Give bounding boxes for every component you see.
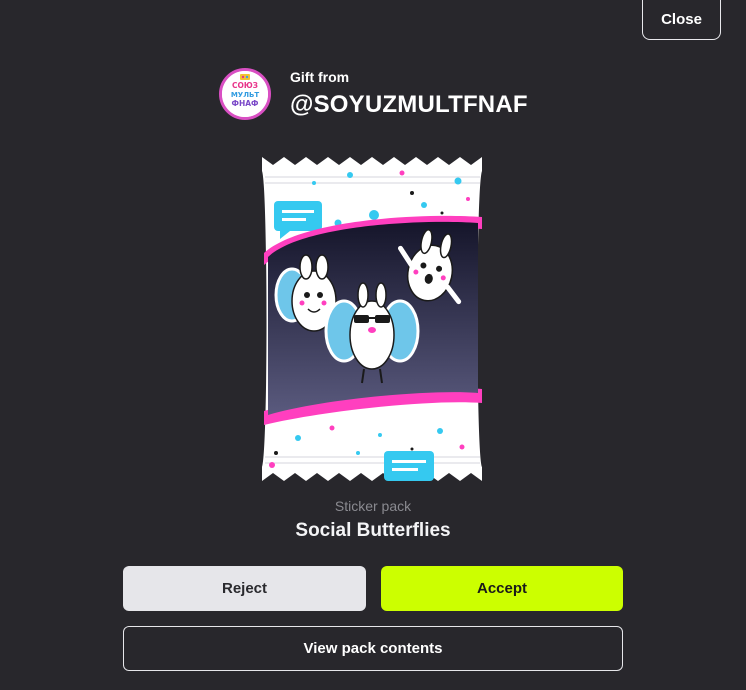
avatar: СОЮЗ МУЛЬТ ФНАФ — [219, 68, 271, 120]
soyuzmult-logo-icon: СОЮЗ МУЛЬТ ФНАФ — [222, 71, 268, 117]
reject-button[interactable]: Reject — [123, 566, 366, 611]
pack-kind-label: Sticker pack — [334, 498, 412, 514]
sender-username: @SOYUZMULTFNAF — [290, 91, 528, 118]
avatar-line-3: ФНАФ — [232, 99, 260, 108]
close-button[interactable]: Close — [642, 0, 721, 40]
view-pack-contents-button[interactable]: View pack contents — [123, 626, 623, 671]
sticker-pack-image — [262, 157, 482, 481]
gift-sender: СОЮЗ МУЛЬТ ФНАФ Gift from @SOYUZMULTFNAF — [219, 68, 528, 120]
gift-from-label: Gift from — [290, 69, 350, 85]
pack-name: Social Butterflies — [295, 520, 451, 541]
avatar-line-2: МУЛЬТ — [231, 91, 260, 99]
accept-button[interactable]: Accept — [381, 566, 623, 611]
avatar-line-1: СОЮЗ — [232, 81, 258, 90]
chat-bubble-icon — [384, 451, 434, 481]
